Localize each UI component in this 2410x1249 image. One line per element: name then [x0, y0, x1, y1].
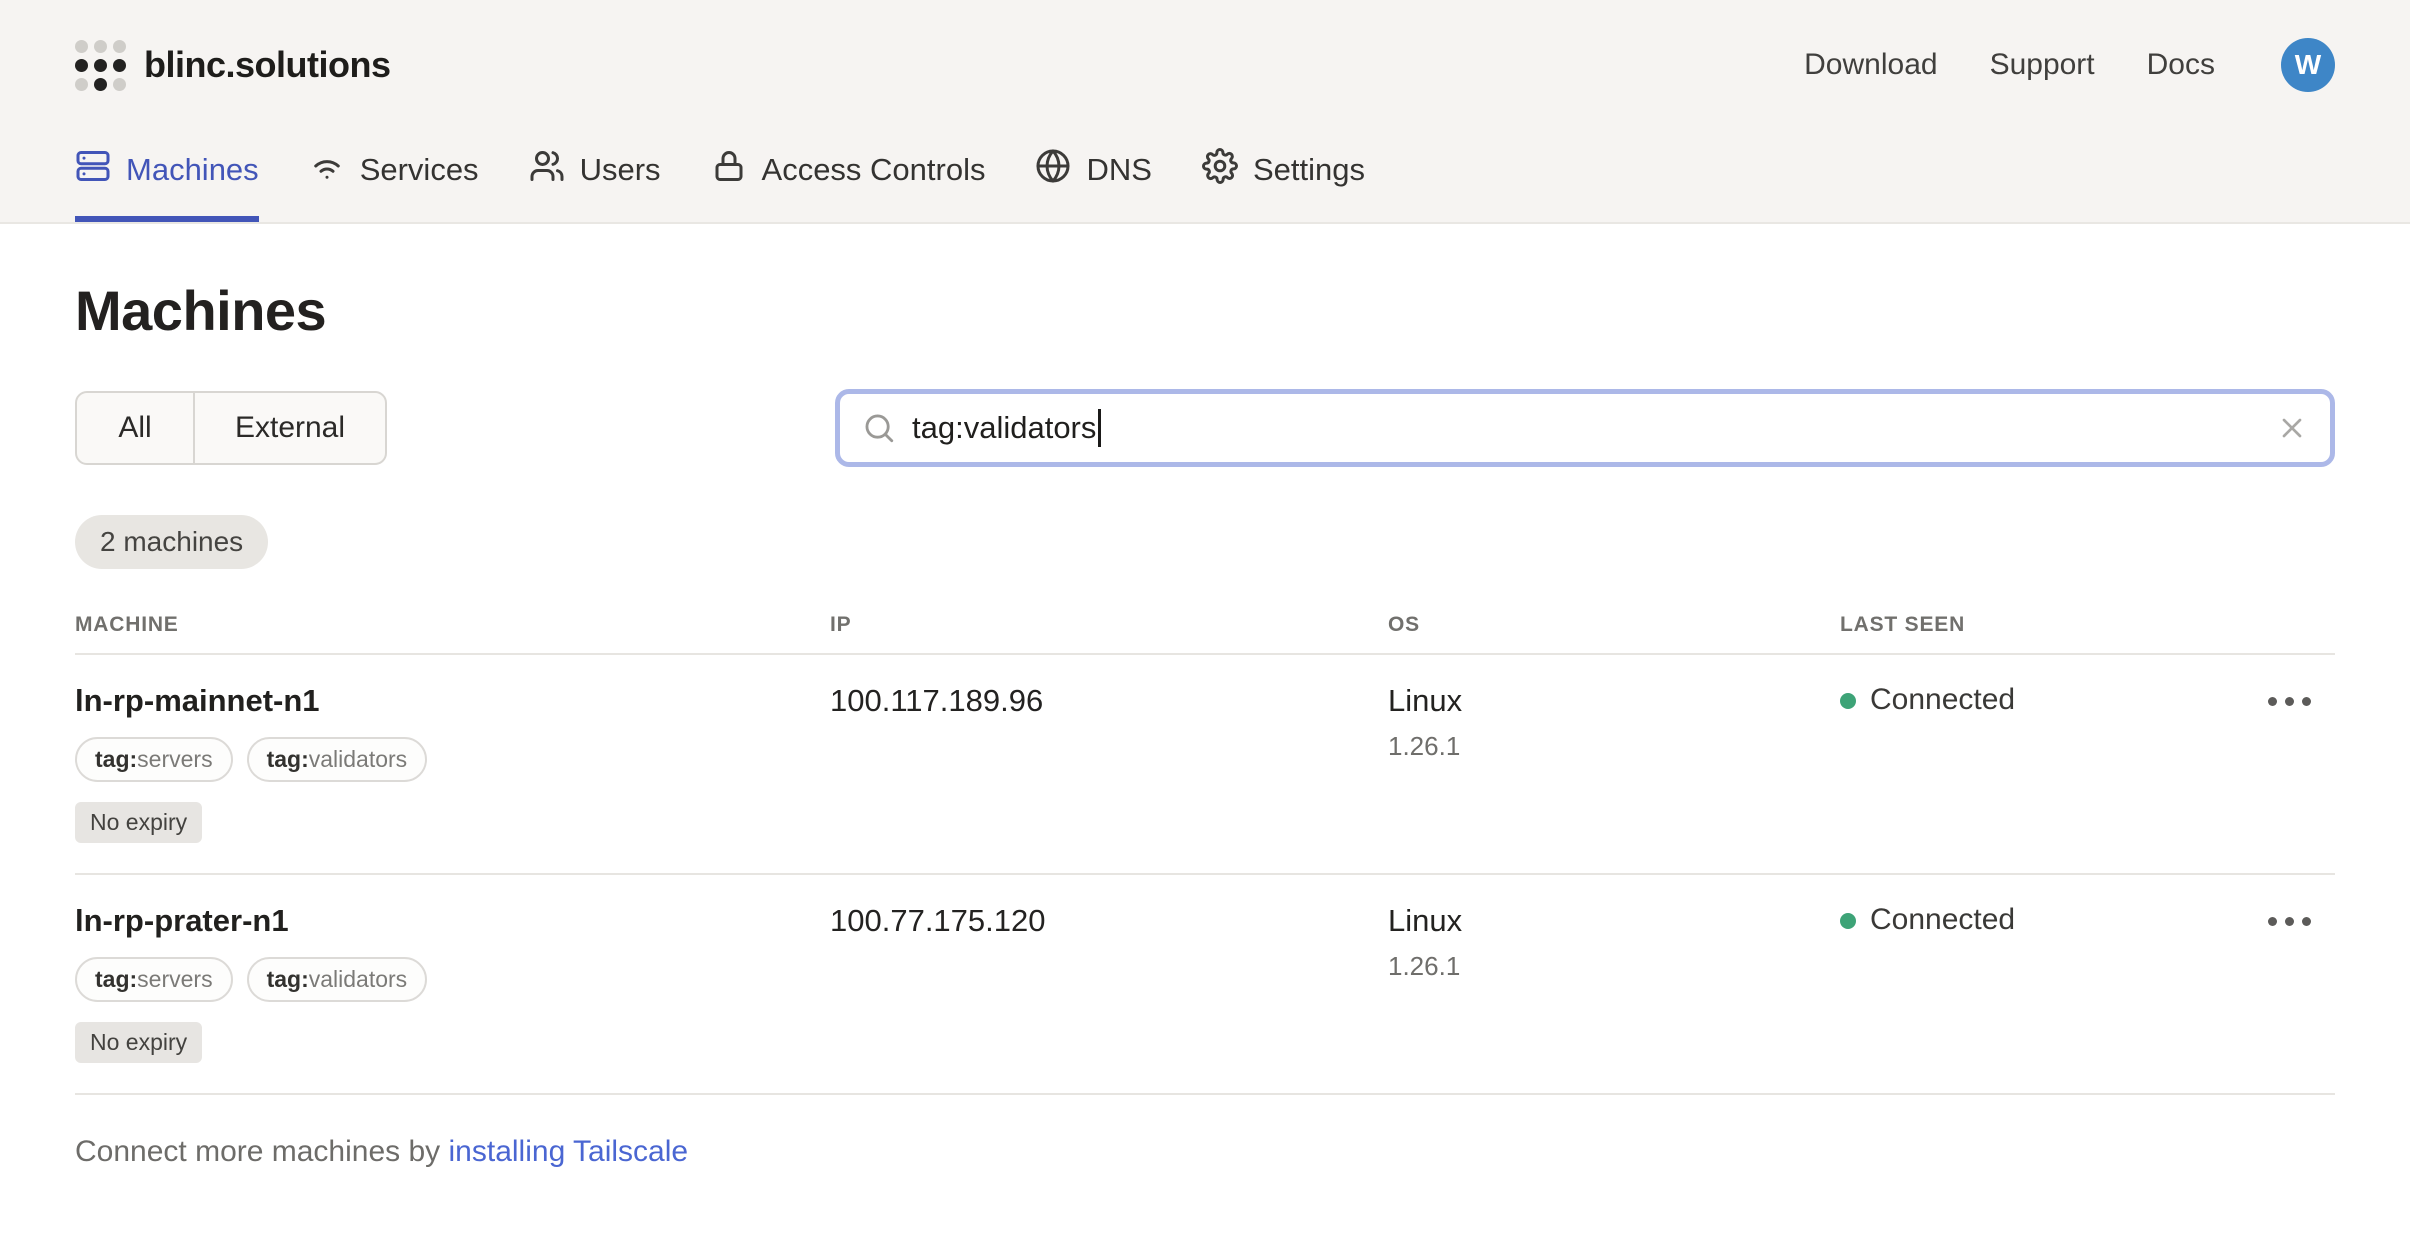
- tab-access-controls[interactable]: Access Controls: [711, 148, 986, 222]
- tag-row: tag:servers tag:validators: [75, 737, 830, 782]
- ip-address[interactable]: 100.77.175.120: [830, 903, 1388, 1063]
- tab-users[interactable]: Users: [529, 148, 661, 222]
- footer-text: Connect more machines by: [75, 1135, 449, 1168]
- os-cell: Linux 1.26.1: [1388, 903, 1840, 1063]
- status-text: Connected: [1870, 903, 2015, 937]
- tag-pill[interactable]: tag:validators: [247, 737, 428, 782]
- machine-name-link[interactable]: ln-rp-mainnet-n1: [75, 683, 830, 719]
- tag-pill[interactable]: tag:servers: [75, 737, 233, 782]
- topbar: blinc.solutions Download Support Docs W …: [0, 0, 2410, 224]
- tab-label: Users: [580, 152, 661, 188]
- tag-pill[interactable]: tag:validators: [247, 957, 428, 1002]
- controls-row: All External tag:validators: [75, 389, 2335, 467]
- filter-all-button[interactable]: All: [77, 393, 195, 463]
- column-header-os: OS: [1388, 613, 1840, 637]
- column-header-last-seen: LAST SEEN: [1840, 613, 2248, 637]
- os-cell: Linux 1.26.1: [1388, 683, 1840, 843]
- download-link[interactable]: Download: [1804, 48, 1937, 82]
- table-row: ln-rp-prater-n1 tag:servers tag:validato…: [75, 875, 2335, 1095]
- nav-tabs: Machines Services Users: [0, 148, 2410, 222]
- docs-link[interactable]: Docs: [2147, 48, 2215, 82]
- server-icon: [75, 148, 111, 192]
- os-version: 1.26.1: [1388, 951, 1840, 982]
- connected-dot-icon: [1840, 693, 1856, 709]
- last-seen-cell: Connected: [1840, 903, 2248, 1063]
- tab-dns[interactable]: DNS: [1035, 148, 1151, 222]
- support-link[interactable]: Support: [1990, 48, 2095, 82]
- os-version: 1.26.1: [1388, 731, 1840, 762]
- tailscale-logo-icon[interactable]: [75, 40, 126, 91]
- tab-label: Services: [360, 152, 479, 188]
- machine-filter-segmented: All External: [75, 391, 387, 465]
- main-content: Machines All External tag:validators 2 m…: [0, 278, 2410, 1249]
- search-value: tag:validators: [912, 410, 1096, 446]
- text-caret: [1098, 409, 1101, 447]
- actions-cell: [2248, 683, 2335, 843]
- machine-name-link[interactable]: ln-rp-prater-n1: [75, 903, 830, 939]
- expiry-badge: No expiry: [75, 1022, 202, 1063]
- os-name: Linux: [1388, 903, 1840, 939]
- header-links: Download Support Docs W: [1804, 38, 2335, 92]
- tab-machines[interactable]: Machines: [75, 148, 259, 222]
- tab-label: Access Controls: [762, 152, 986, 188]
- tag-pill[interactable]: tag:servers: [75, 957, 233, 1002]
- tab-services[interactable]: Services: [309, 148, 479, 222]
- expiry-badge: No expiry: [75, 802, 202, 843]
- tab-settings[interactable]: Settings: [1202, 148, 1365, 222]
- tab-label: Machines: [126, 152, 259, 188]
- row-menu-button[interactable]: [2262, 683, 2317, 720]
- last-seen-cell: Connected: [1840, 683, 2248, 843]
- table-row: ln-rp-mainnet-n1 tag:servers tag:validat…: [75, 655, 2335, 875]
- page-title: Machines: [75, 278, 2335, 343]
- tailnet-name[interactable]: blinc.solutions: [144, 44, 391, 86]
- actions-cell: [2248, 903, 2335, 1063]
- filter-external-button[interactable]: External: [195, 393, 385, 463]
- clear-search-button[interactable]: [2276, 412, 2308, 444]
- footer-note: Connect more machines by installing Tail…: [75, 1135, 2335, 1249]
- tag-row: tag:servers tag:validators: [75, 957, 830, 1002]
- machine-cell: ln-rp-prater-n1 tag:servers tag:validato…: [75, 903, 830, 1063]
- install-tailscale-link[interactable]: installing Tailscale: [449, 1135, 689, 1168]
- machine-count-badge: 2 machines: [75, 515, 268, 569]
- tab-label: Settings: [1253, 152, 1365, 188]
- column-header-machine: MACHINE: [75, 613, 830, 637]
- table-header: MACHINE IP OS LAST SEEN: [75, 613, 2335, 655]
- machine-cell: ln-rp-mainnet-n1 tag:servers tag:validat…: [75, 683, 830, 843]
- search-icon: [862, 411, 896, 445]
- status-text: Connected: [1870, 683, 2015, 717]
- avatar[interactable]: W: [2281, 38, 2335, 92]
- header-row: blinc.solutions Download Support Docs W: [0, 0, 2410, 104]
- machines-table: MACHINE IP OS LAST SEEN ln-rp-mainnet-n1…: [75, 613, 2335, 1095]
- column-header-ip: IP: [830, 613, 1388, 637]
- users-icon: [529, 148, 565, 192]
- wifi-icon: [309, 148, 345, 192]
- lock-icon: [711, 148, 747, 192]
- tab-label: DNS: [1086, 152, 1151, 188]
- row-menu-button[interactable]: [2262, 903, 2317, 940]
- globe-icon: [1035, 148, 1071, 192]
- gear-icon: [1202, 148, 1238, 192]
- os-name: Linux: [1388, 683, 1840, 719]
- search-input[interactable]: tag:validators: [835, 389, 2335, 467]
- connected-dot-icon: [1840, 913, 1856, 929]
- ip-address[interactable]: 100.117.189.96: [830, 683, 1388, 843]
